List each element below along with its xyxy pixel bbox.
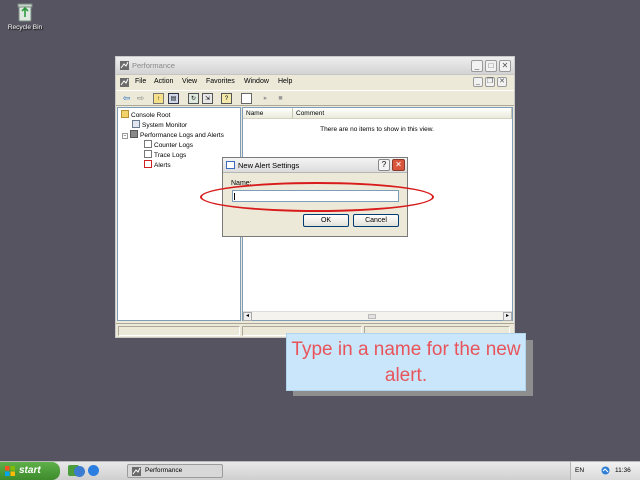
minimize-button[interactable]: _ — [471, 60, 483, 72]
highlight-ellipse — [200, 182, 434, 212]
export-list-icon[interactable]: ⇲ — [202, 93, 213, 104]
folder-icon — [121, 110, 129, 118]
show-hide-tree-icon[interactable]: ▤ — [168, 93, 179, 104]
cancel-button[interactable]: Cancel — [353, 214, 399, 227]
taskbar-item-performance[interactable]: Performance — [127, 464, 223, 478]
horizontal-scrollbar[interactable]: ◂ ▸ — [243, 311, 512, 321]
start-button[interactable]: start — [0, 462, 60, 480]
maximize-button[interactable]: □ — [485, 60, 497, 72]
help-button[interactable]: ? — [378, 159, 390, 171]
windows-flag-icon — [5, 466, 15, 476]
trace-logs-icon — [144, 150, 152, 158]
language-indicator[interactable]: EN — [575, 467, 584, 474]
dialog-window-icon — [226, 161, 235, 169]
system-tray: EN 11:36 — [570, 462, 640, 480]
mdi-close-button[interactable]: ✕ — [497, 77, 507, 87]
back-arrow-icon[interactable]: ⇦ — [121, 93, 132, 104]
status-cell — [118, 326, 240, 336]
recycle-bin-label: Recycle Bin — [7, 24, 43, 31]
stop-log-icon[interactable]: ■ — [275, 93, 286, 104]
column-header-name[interactable]: Name — [243, 108, 293, 119]
dialog-close-button[interactable]: ✕ — [392, 159, 405, 171]
new-log-icon[interactable] — [241, 93, 252, 104]
menu-favorites[interactable]: Favorites — [206, 78, 235, 85]
media-player-icon[interactable] — [74, 466, 85, 477]
console-menu-icon[interactable] — [120, 78, 129, 87]
tree-item-performance-logs[interactable]: − Performance Logs and Alerts — [122, 130, 224, 139]
logs-icon — [130, 130, 138, 138]
help-icon[interactable]: ? — [221, 93, 232, 104]
scroll-left-icon[interactable]: ◂ — [243, 312, 252, 321]
start-label: start — [19, 465, 41, 476]
start-log-icon[interactable]: ▸ — [260, 93, 271, 104]
performance-app-icon — [120, 61, 129, 70]
menu-help[interactable]: Help — [278, 78, 292, 85]
close-button[interactable]: ✕ — [499, 60, 511, 72]
toolbar: ⇦ ⇨ ↑ ▤ ↻ ⇲ ? ▸ ■ — [116, 90, 514, 106]
column-header-comment[interactable]: Comment — [293, 108, 512, 119]
dialog-titlebar[interactable]: New Alert Settings ? ✕ — [223, 158, 407, 173]
performance-task-icon — [132, 467, 141, 476]
chart-icon — [132, 120, 140, 128]
mdi-restore-button[interactable]: ❐ — [485, 77, 495, 87]
clock: 11:36 — [615, 467, 631, 474]
tree-item-system-monitor[interactable]: System Monitor — [132, 120, 187, 129]
instruction-callout: Type in a name for the new alert. — [286, 333, 526, 391]
internet-explorer-icon[interactable] — [88, 465, 99, 476]
window-titlebar[interactable]: Performance _ □ ✕ — [116, 57, 514, 75]
network-icon[interactable] — [601, 466, 610, 475]
dialog-title: New Alert Settings — [238, 161, 300, 170]
ok-button[interactable]: OK — [303, 214, 349, 227]
collapse-icon[interactable]: − — [122, 133, 128, 139]
tree-item-counter-logs[interactable]: Counter Logs — [144, 140, 193, 149]
scroll-thumb[interactable] — [368, 314, 376, 319]
counter-logs-icon — [144, 140, 152, 148]
empty-list-message: There are no items to show in this view. — [320, 126, 434, 133]
mdi-minimize-button[interactable]: _ — [473, 77, 483, 87]
forward-arrow-icon[interactable]: ⇨ — [135, 93, 146, 104]
menu-view[interactable]: View — [182, 78, 197, 85]
menubar: File Action View Favorites Window Help _… — [116, 76, 514, 89]
alert-icon — [144, 160, 152, 168]
window-title: Performance — [132, 61, 175, 70]
task-label: Performance — [145, 467, 183, 474]
menu-action[interactable]: Action — [154, 78, 173, 85]
taskbar: start Performance EN 11:36 — [0, 461, 640, 480]
tree-item-console-root[interactable]: Console Root — [121, 110, 170, 119]
tree-item-alerts[interactable]: Alerts — [144, 160, 171, 169]
refresh-icon[interactable]: ↻ — [188, 93, 199, 104]
scroll-right-icon[interactable]: ▸ — [503, 312, 512, 321]
recycle-bin-desktop-icon[interactable]: Recycle Bin — [4, 2, 46, 31]
menu-window[interactable]: Window — [244, 78, 269, 85]
tree-item-trace-logs[interactable]: Trace Logs — [144, 150, 186, 159]
up-folder-icon[interactable]: ↑ — [153, 93, 164, 104]
menu-file[interactable]: File — [135, 78, 146, 85]
recycle-bin-icon — [17, 3, 33, 22]
